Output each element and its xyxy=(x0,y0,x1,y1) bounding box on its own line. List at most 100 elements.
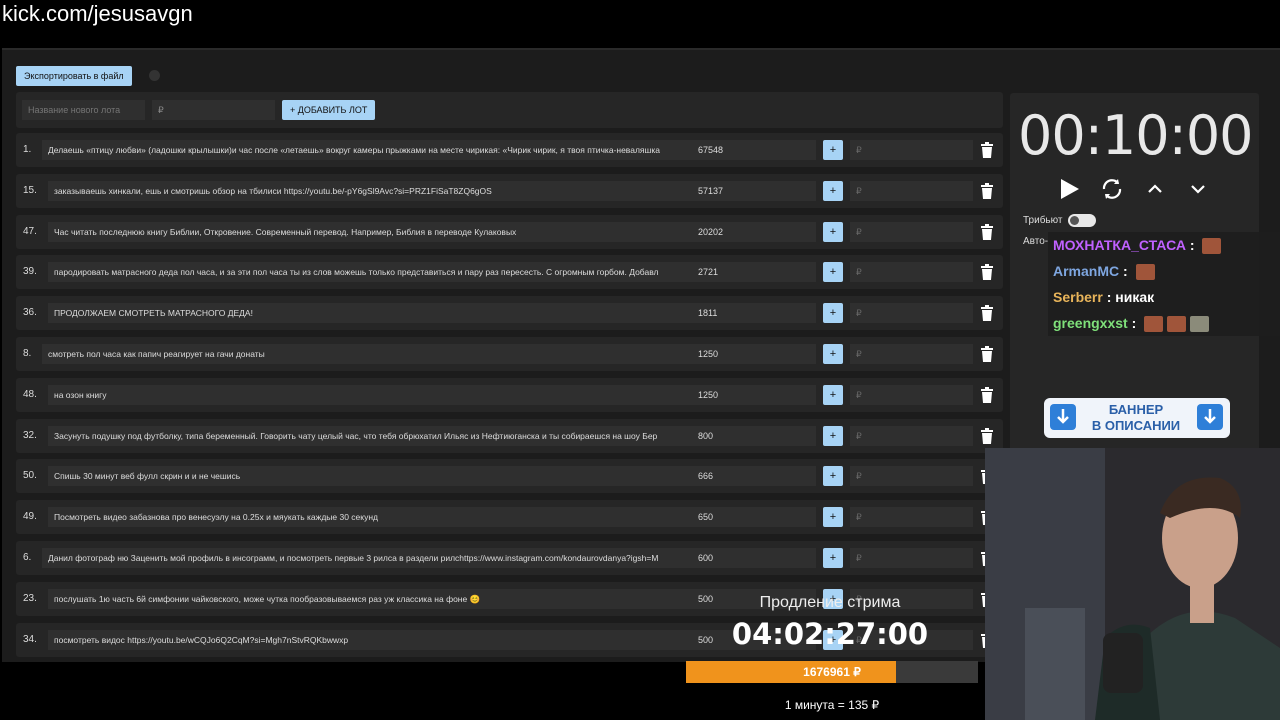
lot-number: 39. xyxy=(23,266,37,278)
lot-number: 32. xyxy=(23,429,37,441)
download-arrow-icon xyxy=(1050,404,1076,430)
lot-text-input[interactable]: Делаешь «птицу любви» (ладошки крылышки)… xyxy=(42,140,696,160)
lot-text-input[interactable]: пародировать матрасного деда пол часа, и… xyxy=(48,262,702,283)
chat-separator: : xyxy=(1102,289,1112,305)
donation-input[interactable]: ₽ xyxy=(850,180,973,201)
add-amount-button[interactable]: + xyxy=(823,262,843,283)
add-amount-button[interactable]: + xyxy=(823,344,843,364)
lot-amount-input[interactable]: 650 xyxy=(692,507,816,528)
lot-text-input[interactable]: ПРОДОЛЖАЕМ СМОТРЕТЬ МАТРАСНОГО ДЕДА! xyxy=(48,303,702,324)
lot-row: 50. Спишь 30 минут веб фулл скрин и и не … xyxy=(16,459,1003,494)
add-amount-button[interactable]: + xyxy=(823,384,843,405)
chat-separator: : xyxy=(1127,315,1137,331)
lot-row: 49. Посмотреть видео забазнова про венесу… xyxy=(16,500,1003,535)
donation-input[interactable]: ₽ xyxy=(850,140,973,160)
lot-text-input[interactable]: Спишь 30 минут веб фулл скрин и и не чеш… xyxy=(48,466,702,487)
chat-message: greengxxst : xyxy=(1048,310,1280,336)
lot-text-input[interactable]: посмотреть видос https://youtu.be/wCQJo6… xyxy=(48,629,702,650)
trash-icon[interactable] xyxy=(980,264,994,281)
add-amount-button[interactable]: + xyxy=(823,507,843,528)
trash-icon[interactable] xyxy=(980,182,994,199)
emote-icon xyxy=(1144,316,1164,333)
lot-number: 49. xyxy=(23,511,37,523)
extension-label: Продление стрима xyxy=(759,594,901,611)
donation-input[interactable]: ₽ xyxy=(850,548,973,568)
chevron-down-icon[interactable] xyxy=(1185,176,1211,202)
download-arrow-icon xyxy=(1197,404,1223,430)
add-lot-button[interactable]: + ДОБАВИТЬ ЛОТ xyxy=(282,100,376,120)
trash-icon[interactable] xyxy=(980,223,994,240)
lot-amount-input[interactable]: 800 xyxy=(692,425,816,446)
lot-text-input[interactable]: послушать 1ю часть 6й симфонии чайковско… xyxy=(48,588,702,609)
rate-text: 1 минута = 135 ₽ xyxy=(784,698,880,712)
add-amount-button[interactable]: + xyxy=(823,425,843,446)
lot-text-input[interactable]: смотреть пол часа как папич реагирует на… xyxy=(42,344,696,364)
lot-amount-input[interactable]: 20202 xyxy=(692,221,816,242)
lot-row: 48. на озон книгу 1250 + ₽ xyxy=(16,377,1003,412)
donation-input[interactable]: ₽ xyxy=(850,221,973,242)
donation-input[interactable]: ₽ xyxy=(850,507,973,528)
export-button[interactable]: Экспортировать в файл xyxy=(16,66,132,86)
add-amount-button[interactable]: + xyxy=(823,466,843,487)
trash-icon[interactable] xyxy=(980,305,994,322)
lot-amount-input[interactable]: 666 xyxy=(692,466,816,487)
donation-input[interactable]: ₽ xyxy=(850,466,973,487)
lot-text-input[interactable]: Данил фотограф ню Заценить мой профиль в… xyxy=(42,548,696,568)
lot-amount-input[interactable]: 1811 xyxy=(692,303,816,324)
reset-icon[interactable] xyxy=(1099,176,1125,202)
donation-progress: 1676961 ₽ xyxy=(686,661,978,683)
lot-text-input[interactable]: Засунуть подушку под футболку, типа бере… xyxy=(48,425,702,446)
add-amount-button[interactable]: + xyxy=(823,548,843,568)
lot-text-input[interactable]: на озон книгу xyxy=(48,384,702,405)
new-lot-name-input[interactable] xyxy=(22,100,145,120)
lot-amount-input[interactable]: 67548 xyxy=(692,140,816,160)
donation-input[interactable]: ₽ xyxy=(850,303,973,324)
webcam-feed xyxy=(985,448,1280,720)
lot-number: 8. xyxy=(23,348,32,359)
timer-display: 00:10:00 xyxy=(1018,104,1254,167)
tribute-toggle[interactable] xyxy=(1068,214,1096,227)
lot-amount-input[interactable]: 1250 xyxy=(692,344,816,364)
add-amount-button[interactable]: + xyxy=(823,303,843,324)
trash-icon[interactable] xyxy=(980,346,994,362)
donation-input[interactable]: ₽ xyxy=(850,425,973,446)
add-amount-button[interactable]: + xyxy=(823,140,843,160)
chat-message: ArmanMC : xyxy=(1048,258,1280,284)
donation-input[interactable]: ₽ xyxy=(850,344,973,364)
chevron-up-icon[interactable] xyxy=(1142,176,1168,202)
lot-number: 34. xyxy=(23,633,37,645)
donation-input[interactable]: ₽ xyxy=(850,262,973,283)
chat-message: МОХНАТКА_СТАСА : xyxy=(1048,232,1280,258)
lot-row: 36. ПРОДОЛЖАЕМ СМОТРЕТЬ МАТРАСНОГО ДЕДА! 1… xyxy=(16,296,1003,331)
trash-icon[interactable] xyxy=(980,142,994,158)
chat-overlay: МОХНАТКА_СТАСА : ArmanMC : Serberr : ник… xyxy=(1048,232,1280,336)
banner: БАННЕР В ОПИСАНИИ xyxy=(1044,398,1230,438)
emote-icon xyxy=(1190,316,1210,333)
chat-separator: : xyxy=(1119,263,1128,279)
add-amount-button[interactable]: + xyxy=(823,180,843,201)
trash-icon[interactable] xyxy=(980,386,994,403)
emote-icon xyxy=(1202,238,1222,255)
new-lot-price-input[interactable]: ₽ xyxy=(152,100,275,120)
status-dot xyxy=(149,70,160,81)
donation-input[interactable]: ₽ xyxy=(850,384,973,405)
new-lot-row: ₽ + ДОБАВИТЬ ЛОТ xyxy=(16,92,1003,128)
lot-text-input[interactable]: заказываешь хинкали, ешь и смотришь обзо… xyxy=(48,180,702,201)
add-amount-button[interactable]: + xyxy=(823,221,843,242)
banner-line1: БАННЕР xyxy=(1108,402,1164,417)
browser-url: kick.com/jesusavgn xyxy=(2,1,193,26)
play-icon[interactable] xyxy=(1056,176,1082,202)
chat-username: МОХНАТКА_СТАСА xyxy=(1053,237,1186,253)
lot-number: 50. xyxy=(23,470,37,482)
lot-number: 6. xyxy=(23,552,32,563)
lot-row: 15. заказываешь хинкали, ешь и смотришь о… xyxy=(16,173,1003,208)
lot-number: 1. xyxy=(23,144,32,155)
trash-icon[interactable] xyxy=(980,427,994,444)
lot-amount-input[interactable]: 600 xyxy=(692,548,816,568)
lot-amount-input[interactable]: 57137 xyxy=(692,180,816,201)
lot-amount-input[interactable]: 1250 xyxy=(692,384,816,405)
emote-icon xyxy=(1167,316,1187,333)
lot-text-input[interactable]: Посмотреть видео забазнова про венесуэлу… xyxy=(48,507,702,528)
lot-text-input[interactable]: Час читать последнюю книгу Библии, Откро… xyxy=(48,221,702,242)
lot-amount-input[interactable]: 2721 xyxy=(692,262,816,283)
